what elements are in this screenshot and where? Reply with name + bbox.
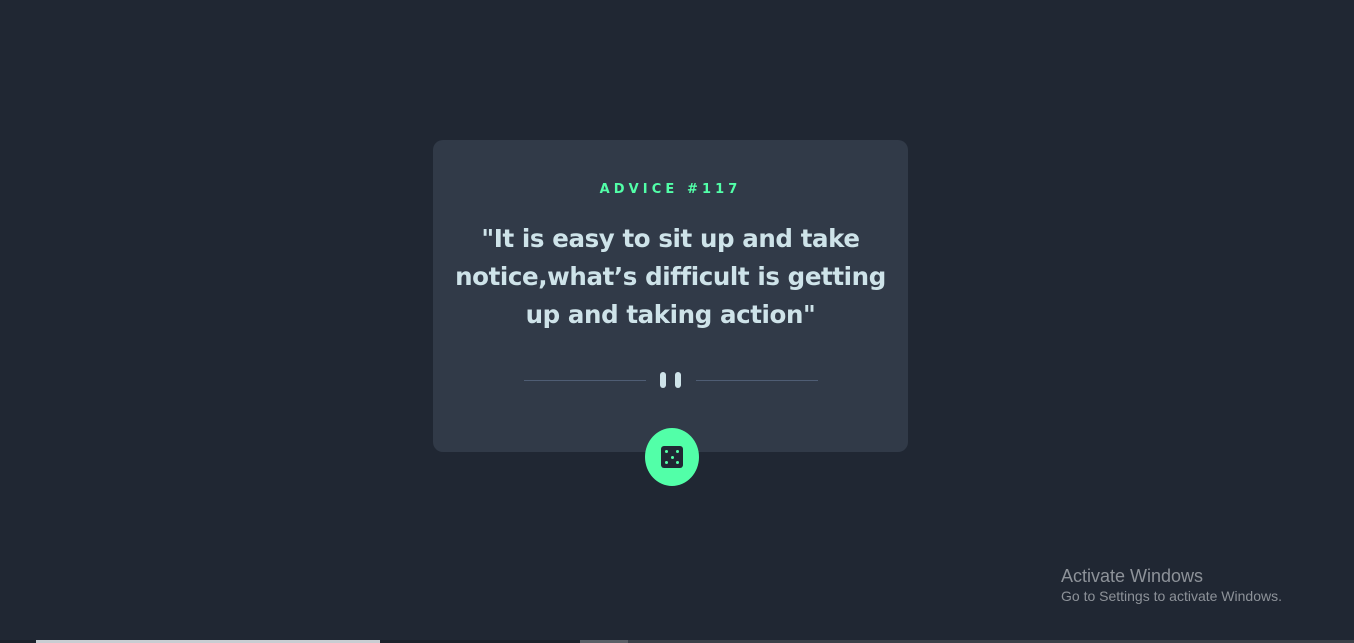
divider-line-right (696, 379, 818, 381)
generate-advice-button[interactable] (645, 428, 699, 486)
watermark-title: Activate Windows (1061, 566, 1204, 586)
advice-number: ADVICE #117 (599, 182, 742, 197)
divider (524, 370, 818, 390)
advice-card: ADVICE #117 "It is easy to sit up and ta… (433, 140, 908, 452)
divider-line-left (524, 379, 646, 381)
activate-windows-watermark: Activate Windows Go to Settings to activ… (1061, 565, 1282, 605)
page: { "theme": { "background": "#202733", "c… (0, 0, 1354, 643)
dice-icon (661, 446, 683, 468)
advice-quote: "It is easy to sit up and take notice,wh… (455, 224, 886, 329)
watermark-subtitle: Go to Settings to activate Windows. (1061, 588, 1282, 604)
pause-icon (660, 372, 682, 388)
